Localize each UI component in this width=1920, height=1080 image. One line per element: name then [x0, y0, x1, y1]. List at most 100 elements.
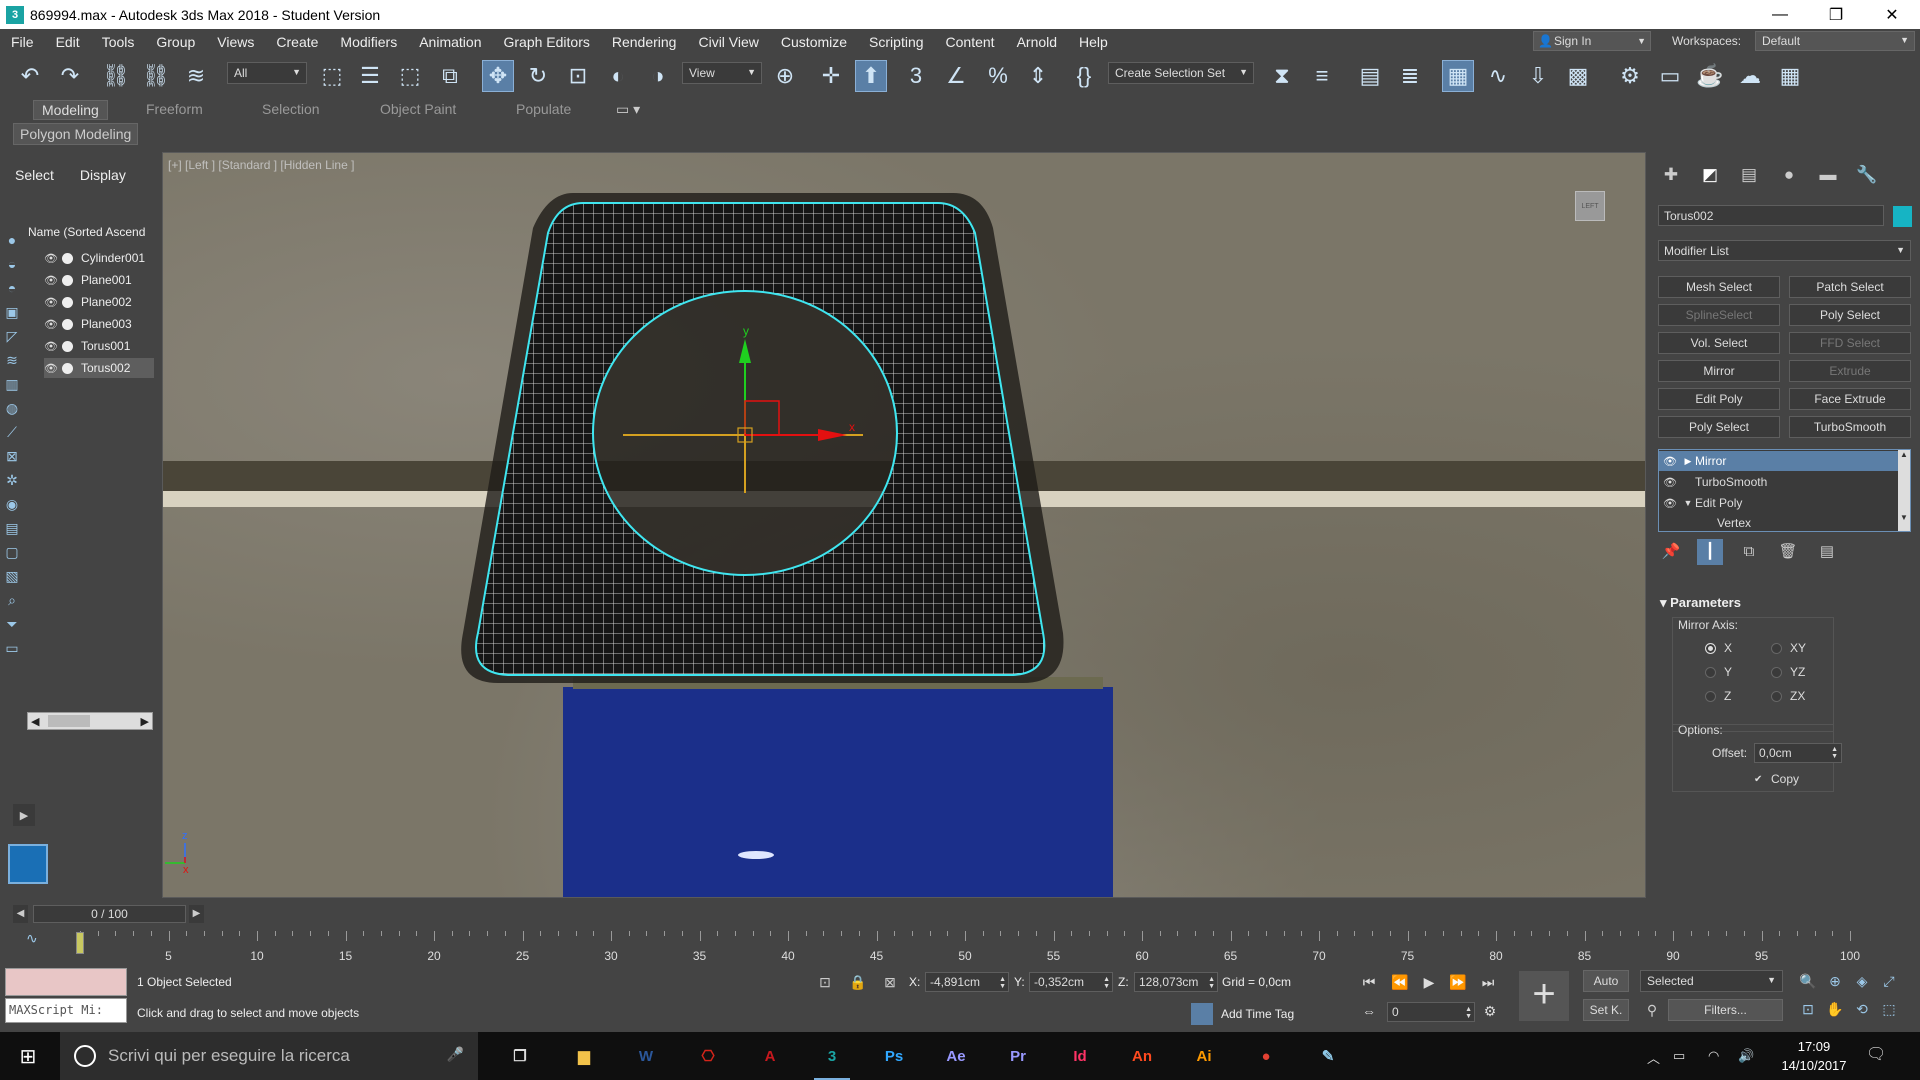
- menu-customize[interactable]: Customize: [770, 34, 858, 50]
- select-object-icon[interactable]: ⬚: [316, 60, 348, 92]
- mirror-icon[interactable]: ⧗: [1266, 60, 1298, 92]
- scene-horizontal-scrollbar[interactable]: ◀ ▶: [27, 712, 153, 730]
- keyboard-shortcut-override-icon[interactable]: ⬆: [855, 60, 887, 92]
- maximize-viewport-icon[interactable]: ⬚: [1878, 998, 1900, 1020]
- window-crossing-icon[interactable]: ⧉: [434, 60, 466, 92]
- select-and-squash-icon[interactable]: ◑: [642, 60, 674, 92]
- spinner-arrows-icon[interactable]: ▲ ▼: [1208, 976, 1215, 990]
- viewport-left[interactable]: y x z x [+] [Left ] [Standard ] [Hidden …: [162, 152, 1646, 898]
- minimize-icon[interactable]: —: [1752, 0, 1808, 29]
- scene-tab-select[interactable]: Select: [15, 167, 54, 183]
- scroll-down-icon[interactable]: ▼: [1898, 513, 1910, 522]
- restore-icon[interactable]: ❐: [1808, 0, 1864, 29]
- play-icon[interactable]: ▶: [1418, 971, 1440, 993]
- filter-groups-icon[interactable]: ▥: [2, 374, 22, 394]
- remove-modifier-icon[interactable]: 🗑: [1775, 539, 1801, 565]
- key-mode-toggle-icon[interactable]: ⇔: [1358, 1000, 1380, 1022]
- x-coordinate-field[interactable]: -4,891cm ▲ ▼: [925, 972, 1009, 992]
- pivot-center-icon[interactable]: ⊕: [769, 60, 801, 92]
- tab-selection[interactable]: Selection: [254, 100, 328, 118]
- premiere-taskbar-icon[interactable]: Pr: [1000, 1038, 1036, 1074]
- scene-object-row[interactable]: 👁 Torus001: [44, 336, 154, 356]
- spinner-arrows-icon[interactable]: ▲ ▼: [1465, 1006, 1472, 1020]
- menu-file[interactable]: File: [0, 34, 45, 50]
- display-tab-icon[interactable]: ▬: [1813, 162, 1843, 188]
- tray-chevron-icon[interactable]: ︿: [1647, 1048, 1660, 1067]
- menu-help[interactable]: Help: [1068, 34, 1119, 50]
- scene-object-row-selected[interactable]: 👁 Torus002: [44, 358, 154, 378]
- menu-modifiers[interactable]: Modifiers: [329, 34, 408, 50]
- display-none-icon[interactable]: ▢: [2, 542, 22, 562]
- animate-taskbar-icon[interactable]: An: [1124, 1038, 1160, 1074]
- axis-xy-radio[interactable]: XY: [1771, 641, 1806, 655]
- sign-in-dropdown[interactable]: 👤 Sign In ▼: [1533, 31, 1651, 51]
- menu-animation[interactable]: Animation: [408, 34, 492, 50]
- scrollbar-thumb[interactable]: [48, 715, 90, 727]
- object-color-swatch[interactable]: [1893, 206, 1912, 227]
- cylinder-object[interactable]: [563, 687, 1113, 898]
- patch-select-button[interactable]: Patch Select: [1789, 276, 1911, 298]
- filter-xrefs-icon[interactable]: ◍: [2, 398, 22, 418]
- toggle-layer-explorer-icon[interactable]: ≣: [1394, 60, 1426, 92]
- chrome-taskbar-icon[interactable]: ●: [1248, 1038, 1284, 1074]
- render-setup-icon[interactable]: ⚙: [1614, 60, 1646, 92]
- current-frame-field[interactable]: 0 ▲ ▼: [1387, 1002, 1475, 1022]
- render-in-cloud-icon[interactable]: ☁: [1734, 60, 1766, 92]
- polygon-modeling-panel[interactable]: Polygon Modeling: [13, 123, 139, 145]
- scroll-left-icon[interactable]: ◀: [31, 715, 39, 728]
- workspace-select[interactable]: Default ▼: [1755, 31, 1915, 51]
- select-and-place-icon[interactable]: ◐: [602, 60, 634, 92]
- mini-curve-editor-icon[interactable]: ∿: [26, 930, 38, 947]
- select-and-rotate-icon[interactable]: ↻: [522, 60, 554, 92]
- time-configuration-icon[interactable]: ⚙: [1479, 1000, 1501, 1022]
- filter-helpers-icon[interactable]: ◸: [2, 326, 22, 346]
- pin-stack-icon[interactable]: 📌: [1658, 539, 1684, 565]
- selection-filter-dropdown[interactable]: All ▼: [227, 62, 307, 84]
- object-name-field[interactable]: Torus002: [1658, 205, 1884, 226]
- filter-bones-icon[interactable]: ⟋: [2, 422, 22, 442]
- time-cursor[interactable]: [76, 932, 84, 954]
- go-to-start-icon[interactable]: ⏮: [1358, 971, 1380, 993]
- display-all-icon[interactable]: ▤: [2, 518, 22, 538]
- modifier-list-dropdown[interactable]: Modifier List ▼: [1658, 240, 1911, 261]
- previous-frame-icon[interactable]: ⏪: [1389, 971, 1411, 993]
- illustrator-taskbar-icon[interactable]: Ai: [1186, 1038, 1222, 1074]
- expand-icon[interactable]: ▶: [1681, 456, 1695, 467]
- viewport-label-menu[interactable]: [+] [Left ] [Standard ] [Hidden Line ]: [168, 158, 354, 172]
- create-selection-set-dropdown[interactable]: Create Selection Set ▼: [1108, 62, 1254, 84]
- field-of-view-icon[interactable]: ⊡: [1797, 998, 1819, 1020]
- zoom-icon[interactable]: 🔍: [1797, 970, 1819, 992]
- select-and-scale-icon[interactable]: ⊡: [562, 60, 594, 92]
- scroll-right-icon[interactable]: ▶: [141, 715, 149, 728]
- taskbar-clock[interactable]: 17:09 14/10/2017: [1774, 1037, 1854, 1075]
- taskbar-search-box[interactable]: Scrivi qui per eseguire la ricerca 🎤: [60, 1032, 478, 1080]
- torus002-mesh[interactable]: [463, 193, 1063, 683]
- menu-scripting[interactable]: Scripting: [858, 34, 934, 50]
- eye-icon[interactable]: 👁: [1659, 455, 1681, 468]
- isolate-selection-icon[interactable]: ⊡: [814, 971, 836, 993]
- filter-hidden-icon[interactable]: ◉: [2, 494, 22, 514]
- menu-arnold[interactable]: Arnold: [1006, 34, 1068, 50]
- absolute-mode-icon[interactable]: ⊠: [879, 971, 901, 993]
- menu-rendering[interactable]: Rendering: [601, 34, 688, 50]
- spline-select-button[interactable]: SplineSelect: [1658, 304, 1780, 326]
- snaps-toggle-icon[interactable]: 3: [900, 60, 932, 92]
- configure-sets-icon[interactable]: ▤: [1814, 539, 1840, 565]
- scene-object-row[interactable]: 👁 Cylinder001: [44, 248, 154, 268]
- redo-icon[interactable]: ↷: [54, 60, 86, 92]
- filter-shapes-icon[interactable]: ◒: [2, 254, 22, 274]
- filter-lights-icon[interactable]: ◓: [2, 278, 22, 298]
- stack-item-vertex[interactable]: Vertex: [1659, 513, 1899, 533]
- file-explorer-taskbar-icon[interactable]: ▆: [566, 1038, 602, 1074]
- tab-populate[interactable]: Populate: [508, 100, 579, 118]
- time-slider-prev-icon[interactable]: ◀: [13, 905, 28, 923]
- toggle-ribbon-icon[interactable]: ▦: [1442, 60, 1474, 92]
- menu-content[interactable]: Content: [935, 34, 1006, 50]
- percent-snap-icon[interactable]: %: [982, 60, 1014, 92]
- extrude-button[interactable]: Extrude: [1789, 360, 1911, 382]
- tab-freeform[interactable]: Freeform: [138, 100, 211, 118]
- axis-zx-radio[interactable]: ZX: [1771, 689, 1805, 703]
- rendered-frame-window-icon[interactable]: ▭: [1654, 60, 1686, 92]
- after-effects-taskbar-icon[interactable]: Ae: [938, 1038, 974, 1074]
- angle-snap-icon[interactable]: ∠: [940, 60, 972, 92]
